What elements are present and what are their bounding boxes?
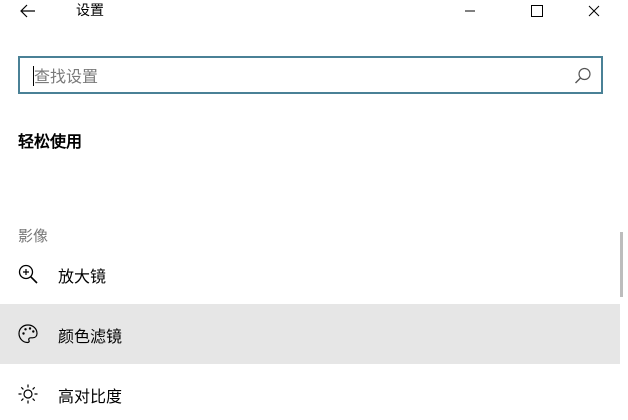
settings-window: 设置 轻松使用 影像 [0, 0, 628, 420]
section-title: 轻松使用 [18, 132, 83, 151]
group-label: 影像 [18, 227, 49, 245]
nav-item-label: 颜色滤镜 [58, 327, 123, 346]
magnifier-zoom-icon [18, 264, 38, 284]
scrollbar-thumb[interactable] [620, 232, 623, 297]
close-icon [588, 5, 600, 17]
nav-item-label: 放大镜 [58, 267, 107, 286]
nav-item-label: 高对比度 [58, 387, 123, 406]
minimize-icon [465, 10, 475, 12]
brightness-icon [18, 384, 38, 404]
window-title: 设置 [76, 3, 104, 19]
title-bar: 设置 [0, 0, 628, 24]
nav-item-color-filters[interactable]: 颜色滤镜 [0, 304, 620, 364]
nav-item-high-contrast[interactable]: 高对比度 [0, 364, 620, 420]
maximize-icon [531, 5, 543, 17]
search-box[interactable] [18, 56, 603, 94]
nav-item-magnifier[interactable]: 放大镜 [0, 244, 620, 304]
maximize-button[interactable] [515, 0, 559, 22]
search-input[interactable] [34, 64, 554, 88]
search-icon[interactable] [573, 66, 593, 86]
back-button[interactable] [14, 0, 42, 22]
minimize-button[interactable] [448, 0, 492, 22]
back-arrow-icon [20, 4, 35, 18]
close-button[interactable] [572, 0, 616, 22]
color-palette-icon [18, 324, 38, 344]
